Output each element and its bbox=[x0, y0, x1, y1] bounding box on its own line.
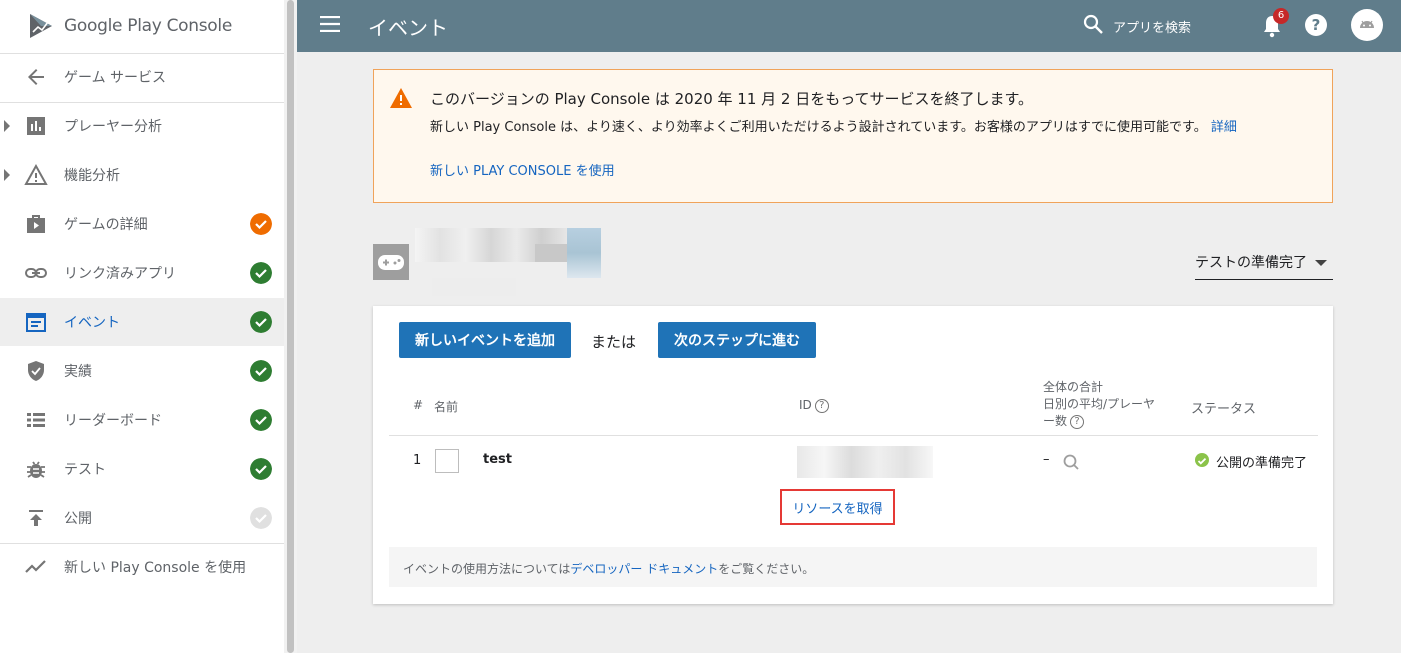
event-calendar-icon bbox=[26, 313, 46, 332]
event-name[interactable]: test bbox=[483, 452, 512, 467]
search-icon[interactable] bbox=[1083, 14, 1103, 34]
sidebar-back-label: ゲーム サービス bbox=[64, 70, 167, 86]
publish-upload-icon bbox=[29, 510, 43, 526]
totals-header-line2: 日別の平均/プレーヤ bbox=[1043, 397, 1156, 411]
totals-header-line1: 全体の合計 bbox=[1043, 380, 1104, 394]
get-resources-link[interactable]: リソースを取得 bbox=[780, 489, 895, 525]
status-done-icon bbox=[250, 262, 272, 284]
column-header-status: ステータス bbox=[1191, 402, 1257, 417]
table-header-divider bbox=[389, 435, 1318, 436]
column-header-number: # bbox=[413, 398, 424, 412]
status-done-icon bbox=[250, 409, 272, 431]
shield-icon bbox=[28, 361, 44, 381]
sidebar-item-linked-apps[interactable]: リンク済みアプリ bbox=[0, 249, 284, 297]
developer-docs-link[interactable]: デベロッパー ドキュメント bbox=[570, 562, 718, 576]
bar-chart-icon bbox=[27, 117, 45, 135]
sidebar-item-events[interactable]: イベント bbox=[0, 298, 284, 346]
sidebar-item-label: リーダーボード bbox=[64, 413, 162, 429]
expand-arrow-icon[interactable] bbox=[4, 120, 10, 132]
status-pending-icon bbox=[250, 507, 272, 529]
play-console-logo[interactable]: Google Play Console bbox=[28, 11, 232, 41]
sidebar-item-label: 公開 bbox=[64, 511, 92, 527]
dropdown-arrow-icon bbox=[1315, 260, 1327, 266]
banner-body-text: 新しい Play Console は、より速く、より効率よくご利用いただけるよう… bbox=[430, 120, 1207, 135]
logo-text: Google Play Console bbox=[64, 16, 232, 36]
docs-footer-suffix: をご覧ください。 bbox=[718, 562, 815, 576]
list-icon bbox=[27, 413, 45, 427]
banner-title: このバージョンの Play Console は 2020 年 11 月 2 日を… bbox=[430, 90, 1033, 108]
app-status-dropdown-label: テストの準備完了 bbox=[1195, 255, 1307, 271]
help-circle-icon[interactable]: ? bbox=[1070, 414, 1085, 429]
docs-footer-prefix: イベントの使用方法については bbox=[403, 562, 571, 576]
event-total-value: – bbox=[1043, 452, 1050, 467]
avatar[interactable] bbox=[1351, 9, 1383, 41]
sidebar: Google Play Console ゲーム サービス プレーヤー分析 機能分… bbox=[0, 0, 284, 653]
banner-details-link[interactable]: 詳細 bbox=[1211, 120, 1237, 135]
app-search-label[interactable]: アプリを検索 bbox=[1113, 17, 1191, 36]
trending-line-icon bbox=[25, 560, 46, 573]
events-card: 新しいイベントを追加 または 次のステップに進む # 名前 ID? 全体の合計 … bbox=[373, 306, 1333, 604]
status-done-icon bbox=[250, 458, 272, 480]
sidebar-new-console-label: 新しい Play Console を使用 bbox=[64, 560, 247, 576]
sidebar-item-label: 実績 bbox=[64, 364, 92, 380]
sidebar-item-leaderboards[interactable]: リーダーボード bbox=[0, 396, 284, 444]
arrow-back-icon bbox=[28, 69, 44, 85]
deprecation-banner: このバージョンの Play Console は 2020 年 11 月 2 日を… bbox=[373, 69, 1333, 203]
sidebar-item-achievements[interactable]: 実績 bbox=[0, 347, 284, 395]
row-number: 1 bbox=[413, 453, 422, 468]
android-avatar-icon bbox=[1360, 20, 1374, 28]
sidebar-item-label: 機能分析 bbox=[64, 168, 120, 184]
next-step-button[interactable]: 次のステップに進む bbox=[658, 322, 816, 358]
sidebar-item-label: リンク済みアプリ bbox=[64, 266, 176, 282]
use-new-console-link[interactable]: 新しい PLAY CONSOLE を使用 bbox=[430, 160, 615, 179]
play-store-bag-icon bbox=[27, 215, 45, 233]
sidebar-scrollbar-thumb[interactable] bbox=[287, 0, 294, 653]
link-icon bbox=[25, 268, 47, 278]
expand-arrow-icon[interactable] bbox=[4, 169, 10, 181]
top-app-bar: イベント アプリを検索 6 ? bbox=[297, 0, 1401, 52]
hamburger-menu-icon[interactable] bbox=[320, 16, 340, 32]
warning-triangle-icon bbox=[24, 163, 48, 185]
gamepad-icon bbox=[378, 255, 404, 270]
sidebar-scrollbar[interactable] bbox=[284, 0, 297, 653]
sidebar-back-game-services[interactable]: ゲーム サービス bbox=[0, 53, 284, 101]
bug-icon bbox=[27, 461, 45, 478]
status-done-icon bbox=[250, 360, 272, 382]
status-warning-icon bbox=[250, 213, 272, 235]
play-console-logo-icon bbox=[30, 14, 52, 38]
warning-icon bbox=[390, 88, 412, 108]
sidebar-item-label: プレーヤー分析 bbox=[64, 119, 162, 135]
status-done-icon bbox=[250, 311, 272, 333]
status-ready-icon bbox=[1195, 453, 1209, 467]
sidebar-item-player-analytics[interactable]: プレーヤー分析 bbox=[0, 102, 284, 150]
column-header-id-label: ID bbox=[799, 398, 812, 412]
banner-body: 新しい Play Console は、より速く、より効率よくご利用いただけるよう… bbox=[430, 116, 1237, 135]
event-status: 公開の準備完了 bbox=[1216, 456, 1308, 471]
column-header-name: 名前 bbox=[434, 400, 459, 414]
or-label: または bbox=[591, 333, 637, 351]
help-circle-icon[interactable]: ? bbox=[814, 398, 829, 413]
magnifier-details-icon[interactable] bbox=[1063, 454, 1079, 470]
sidebar-item-feature-analytics[interactable]: 機能分析 bbox=[0, 151, 284, 199]
sidebar-item-label: テスト bbox=[64, 462, 106, 478]
sidebar-item-publishing[interactable]: 公開 bbox=[0, 494, 284, 542]
sidebar-new-console-link[interactable]: 新しい Play Console を使用 bbox=[0, 543, 284, 591]
totals-header-line3: ー数 bbox=[1043, 414, 1068, 428]
sidebar-item-label: ゲームの詳細 bbox=[64, 217, 148, 233]
app-icon bbox=[373, 244, 409, 280]
docs-footer-text: イベントの使用方法についてはデベロッパー ドキュメントをご覧ください。 bbox=[403, 560, 814, 577]
column-header-totals: 全体の合計 日別の平均/プレーヤ ー数? bbox=[1043, 379, 1155, 430]
help-icon[interactable]: ? bbox=[1305, 14, 1327, 36]
event-image-placeholder bbox=[435, 449, 459, 473]
column-header-id: ID? bbox=[799, 398, 829, 413]
add-event-button[interactable]: 新しいイベントを追加 bbox=[399, 322, 571, 358]
sidebar-item-game-details[interactable]: ゲームの詳細 bbox=[0, 200, 284, 248]
sidebar-item-label: イベント bbox=[64, 315, 120, 331]
sidebar-item-testing[interactable]: テスト bbox=[0, 445, 284, 493]
notification-count-badge: 6 bbox=[1273, 8, 1289, 24]
app-status-dropdown[interactable]: テストの準備完了 bbox=[1195, 244, 1333, 280]
page-title: イベント bbox=[368, 16, 448, 40]
docs-footer: イベントの使用方法についてはデベロッパー ドキュメントをご覧ください。 bbox=[389, 547, 1317, 587]
